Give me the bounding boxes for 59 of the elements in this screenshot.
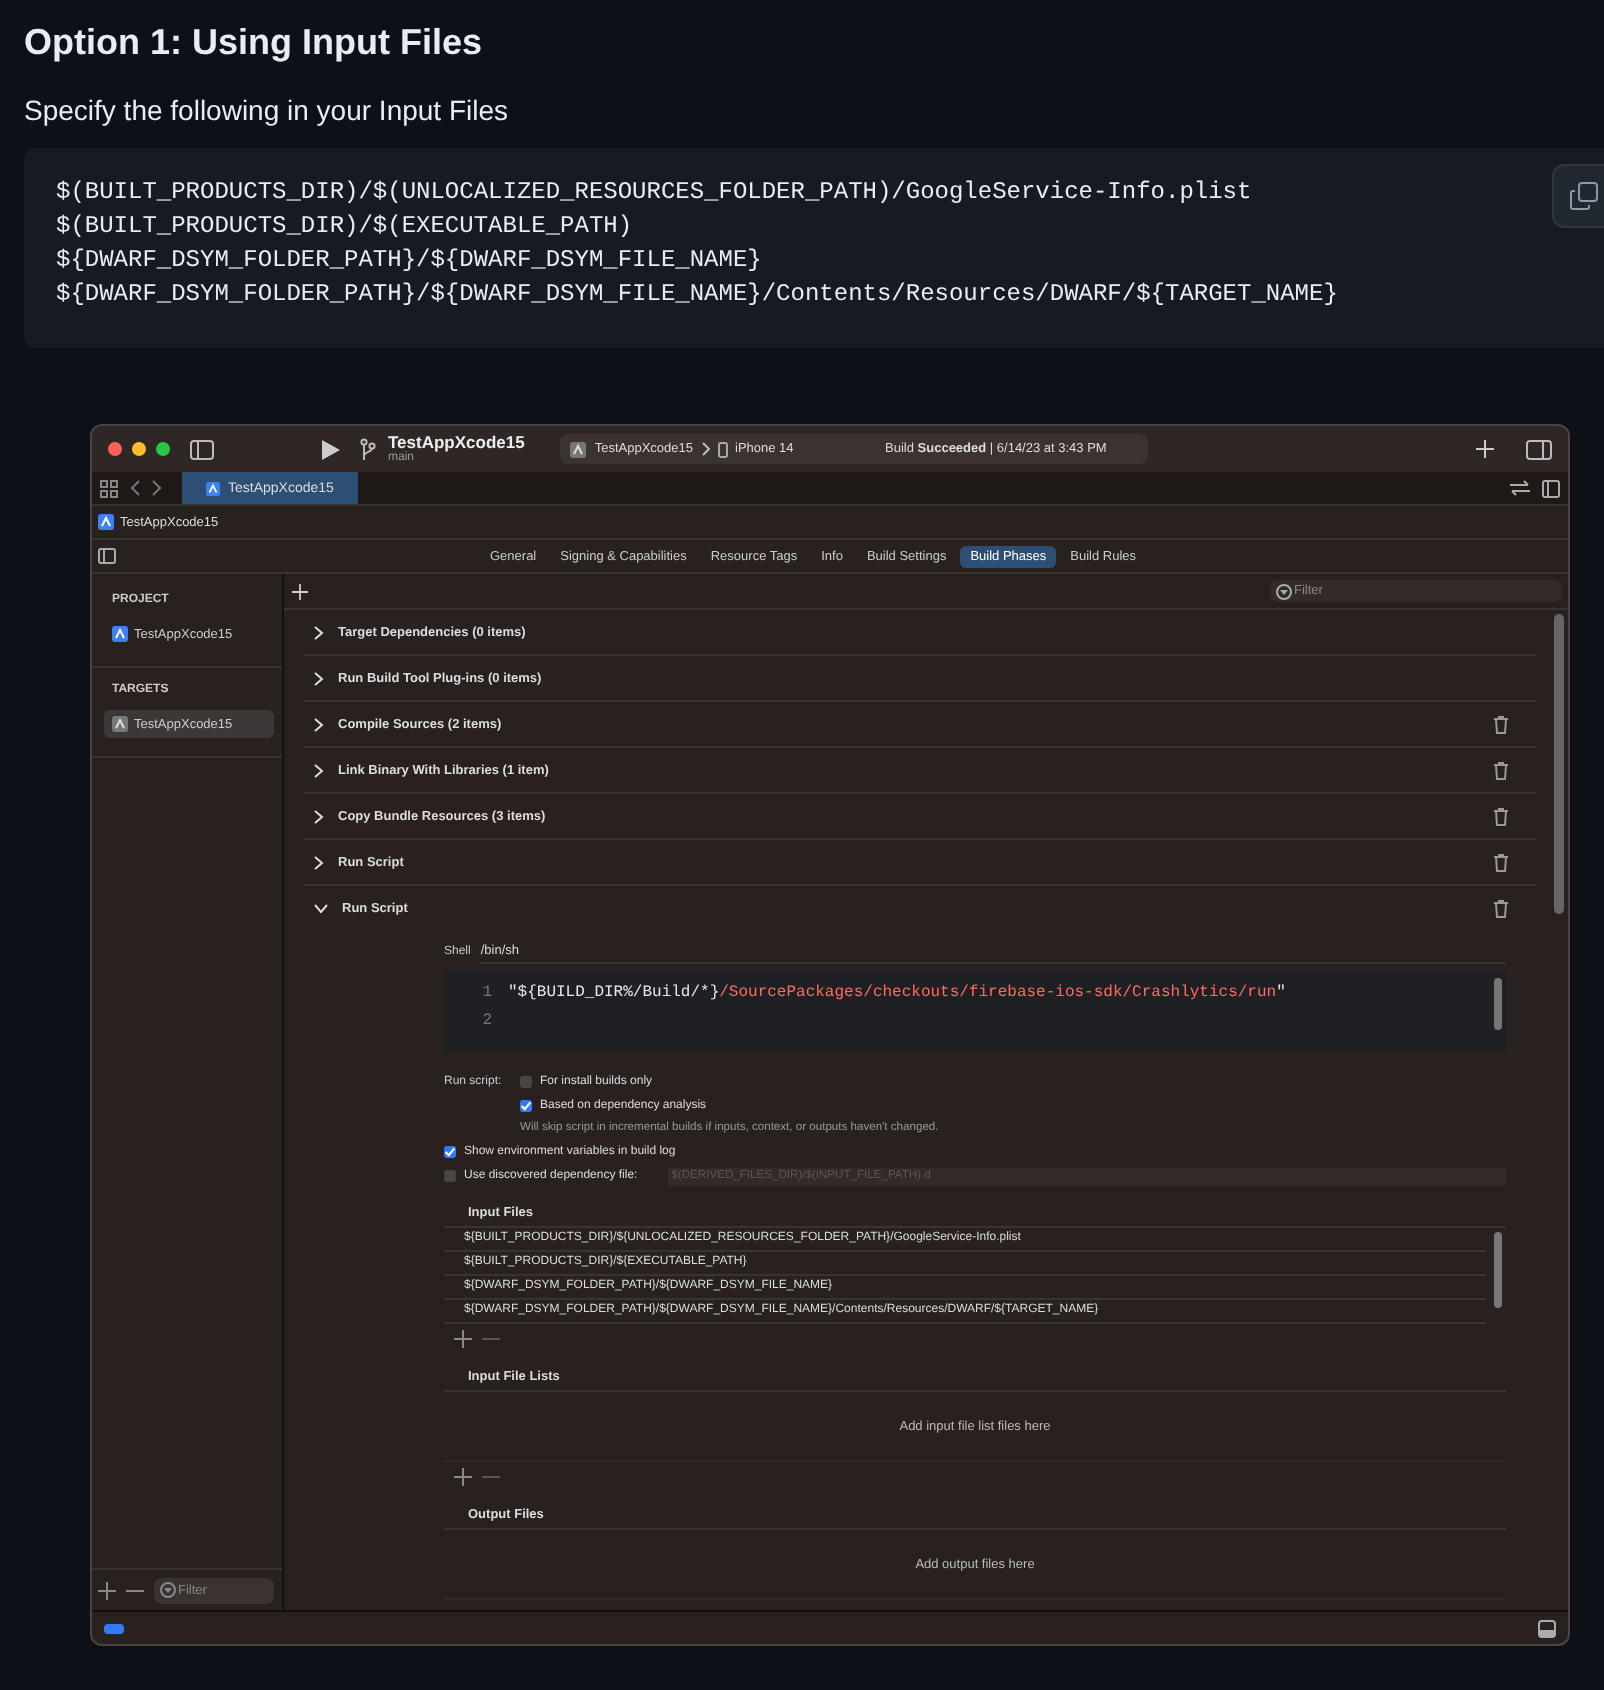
checkbox[interactable] [520,1076,532,1088]
intro-text: Specify the following in your Input Files [24,92,511,128]
chevron-down-icon[interactable] [314,903,328,913]
copy-button[interactable] [1552,164,1604,228]
project-icon [112,626,128,642]
chevron-right-icon[interactable] [314,763,324,777]
code-line: $(BUILT_PRODUCTS_DIR)/$(EXECUTABLE_PATH) [56,210,633,244]
progress-indicator-icon [104,1623,124,1633]
app-icon [112,716,128,732]
grid-icon[interactable] [100,479,118,497]
trash-icon[interactable] [1494,807,1508,825]
chevron-right-icon[interactable] [314,855,324,869]
swap-icon[interactable] [1510,480,1530,496]
split-editor-icon[interactable] [1542,479,1560,497]
copy-icon [1570,182,1598,210]
chevron-right-icon[interactable] [314,717,324,731]
checkbox[interactable] [520,1100,532,1112]
trash-icon[interactable] [1494,853,1508,871]
chevron-icon [701,442,709,456]
trash-icon[interactable] [1494,761,1508,779]
add-icon[interactable] [1476,440,1494,458]
play-icon[interactable] [322,439,340,459]
add-icon[interactable] [292,583,308,599]
project-icon [98,514,114,530]
script-editor[interactable]: 1 "${BUILD_DIR%/Build/*}/SourcePackages/checkouts/firebase-ios-sdk/Crashlytics/run" 2 [444,972,1506,1052]
window-controls-icon[interactable] [108,442,170,456]
add-icon[interactable] [98,1581,116,1599]
chevron-right-icon[interactable] [314,625,324,639]
add-icon[interactable] [454,1467,472,1485]
branch-icon [360,438,376,460]
project-name: TestAppXcode15 [388,433,525,449]
checkbox[interactable] [444,1146,456,1158]
phone-icon [717,441,727,457]
chevron-right-icon[interactable] [314,809,324,823]
chevron-right-icon[interactable] [314,671,324,685]
code-line: ${DWARF_DSYM_FOLDER_PATH}/${DWARF_DSYM_FILE_NAME} [56,244,762,278]
sidebar-toggle-icon[interactable] [98,548,116,564]
code-line: "${BUILD_DIR%/Build/*}/SourcePackages/checkouts/firebase-ios-sdk/Crashlytics/run" [508,983,1286,1001]
trash-icon[interactable] [1494,715,1508,733]
section-heading: Option 1: Using Input Files [22,20,484,64]
scrollbar[interactable] [1554,614,1564,914]
line-number: 2 [480,1011,492,1029]
panel-toggle-icon[interactable] [1538,1619,1556,1637]
trash-icon[interactable] [1494,899,1508,917]
checkbox[interactable] [444,1170,456,1182]
scrollbar[interactable] [1494,1232,1502,1308]
sidebar-toggle-icon[interactable] [190,439,214,459]
scrollbar[interactable] [1494,978,1502,1030]
filter-icon [1276,583,1292,599]
back-icon[interactable] [130,480,140,496]
code-line: $(BUILT_PRODUCTS_DIR)/$(UNLOCALIZED_RESOURCES_FOLDER_PATH)/GoogleService-Info.plist [56,176,1252,210]
project-icon [206,481,220,495]
forward-icon[interactable] [152,480,162,496]
app-icon [570,441,587,457]
code-line: ${DWARF_DSYM_FOLDER_PATH}/${DWARF_DSYM_FILE_NAME}/Contents/Resources/DWARF/${TARGET_NAME} [56,278,1338,312]
inspector-toggle-icon[interactable] [1526,439,1552,459]
filter-icon [160,1582,176,1598]
line-number: 1 [480,983,492,1001]
add-icon[interactable] [454,1329,472,1347]
